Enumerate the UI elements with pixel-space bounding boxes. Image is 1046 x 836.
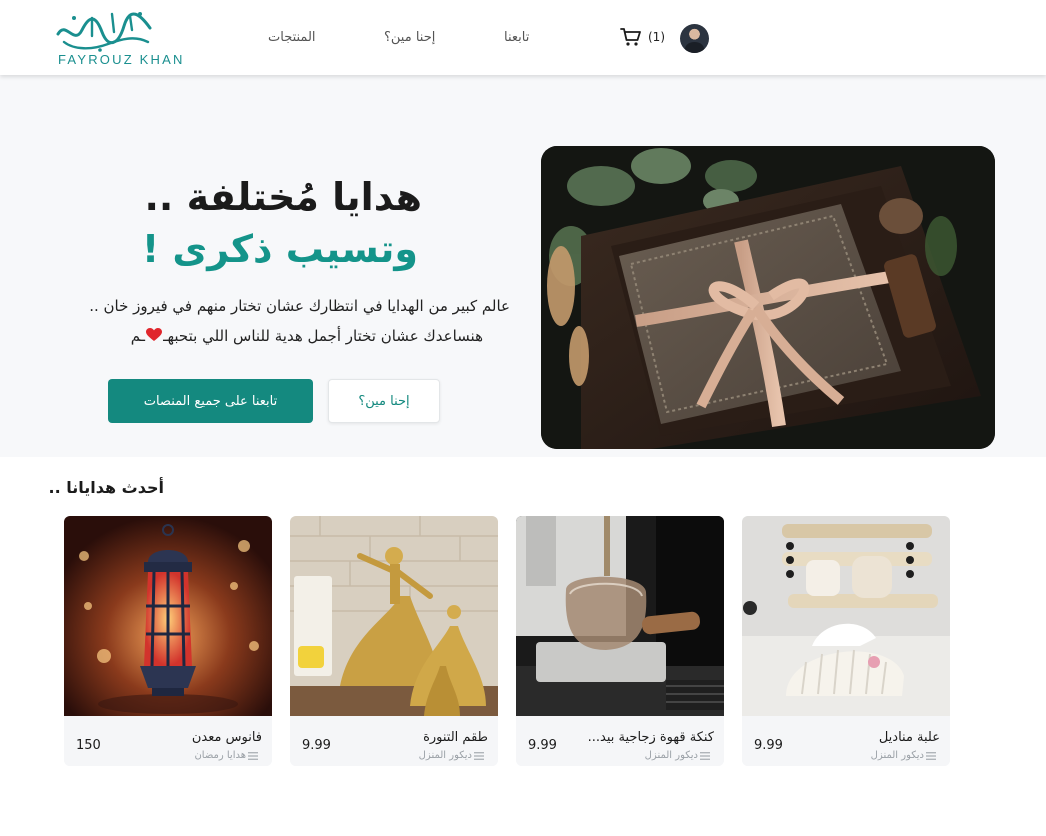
product-info: فانوس معدن هدايا رمضان 150 [64, 716, 272, 766]
product-name: علبة مناديل [878, 730, 940, 745]
product-info: كنكة قهوة زجاجية بيد... ديكور المنزل 9.9… [516, 716, 724, 766]
site-header: FAYROUZ KHAN المنتجات إحنا مين؟ تابعنا (… [0, 0, 1046, 75]
product-category: ديكور المنزل [870, 750, 924, 761]
cart-count-badge: (1) [648, 30, 665, 44]
product-price: 9.99 [302, 738, 331, 753]
product-card[interactable]: علبة مناديل ديكور المنزل 9.99 [742, 516, 950, 766]
product-name: فانوس معدن [191, 730, 262, 745]
product-image [516, 516, 724, 716]
latest-gifts-heading: أحدث هدايانا .. [48, 478, 164, 497]
product-card[interactable]: فانوس معدن هدايا رمضان 150 [64, 516, 272, 766]
product-price: 150 [76, 738, 101, 753]
hero-description-line1: عالم كبير من الهدايا في انتظارك عشان تخت… [89, 297, 510, 315]
tissue-box-illustration [742, 516, 950, 716]
nav-products[interactable]: المنتجات [268, 30, 316, 45]
list-icon [926, 752, 936, 760]
product-category: هدايا رمضان [194, 750, 246, 761]
hero-headline-line1: هدايا مُختلفة .. [144, 175, 422, 219]
list-icon [474, 752, 484, 760]
product-image [64, 516, 272, 716]
cart-icon [620, 28, 641, 46]
product-price: 9.99 [754, 738, 783, 753]
product-category: ديكور المنزل [644, 750, 698, 761]
product-card[interactable]: كنكة قهوة زجاجية بيد... ديكور المنزل 9.9… [516, 516, 724, 766]
follow-all-platforms-button[interactable]: تابعنا على جميع المنصات [108, 379, 313, 423]
nav-follow[interactable]: تابعنا [504, 30, 529, 45]
tanoura-statue-illustration [290, 516, 498, 716]
hero-description-line2: هنساعدك عشان تختار أجمل هدية للناس اللي … [131, 327, 483, 345]
logo-calligraphy-icon [56, 12, 152, 52]
hero-description-suffix: ـم [130, 327, 146, 345]
ramadan-lantern-illustration [64, 516, 272, 716]
product-price: 9.99 [528, 738, 557, 753]
product-name: كنكة قهوة زجاجية بيد... [587, 730, 714, 745]
coffee-pot-illustration [516, 516, 724, 716]
product-info: طقم التنورة ديكور المنزل 9.99 [290, 716, 498, 766]
cart-button[interactable]: (1) [620, 27, 665, 47]
about-us-button[interactable]: إحنا مين؟ [328, 379, 440, 423]
list-icon [700, 752, 710, 760]
gift-box-illustration [541, 146, 995, 449]
hero-description-text: هنساعدك عشان تختار أجمل هدية للناس اللي … [163, 327, 483, 345]
user-avatar[interactable] [680, 24, 709, 53]
brand-logo-subtitle: FAYROUZ KHAN [58, 52, 185, 67]
hero-headline-line2: وتسيب ذكرى ! [141, 227, 418, 271]
list-icon [248, 752, 258, 760]
product-image [290, 516, 498, 716]
heart-icon [146, 328, 163, 341]
hero-section: هدايا مُختلفة .. وتسيب ذكرى ! عالم كبير … [0, 75, 1046, 457]
hero-gift-box-image [541, 146, 995, 449]
nav-about[interactable]: إحنا مين؟ [384, 30, 435, 45]
product-name: طقم التنورة [423, 730, 488, 745]
product-card[interactable]: طقم التنورة ديكور المنزل 9.99 [290, 516, 498, 766]
product-info: علبة مناديل ديكور المنزل 9.99 [742, 716, 950, 766]
product-image [742, 516, 950, 716]
product-category: ديكور المنزل [418, 750, 472, 761]
